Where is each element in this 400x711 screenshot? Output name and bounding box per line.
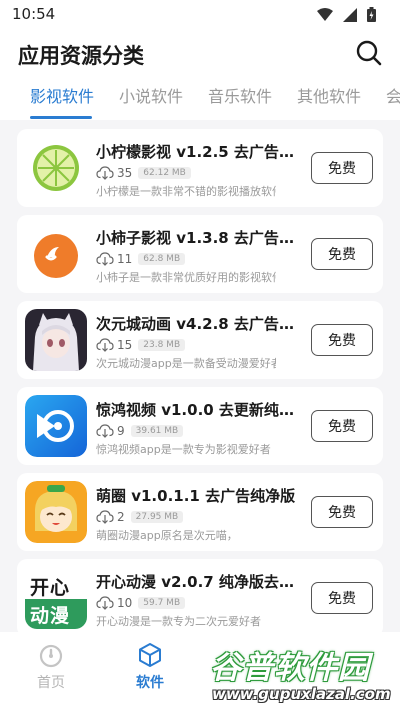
tab-novel-software[interactable]: 小说软件 — [119, 83, 183, 107]
site-watermark: 谷普软件园 www.gupuxlazal.com — [210, 642, 392, 708]
tab-more[interactable]: 会 — [386, 83, 400, 107]
tab-other-software[interactable]: 其他软件 — [297, 83, 361, 107]
nav-home[interactable]: 首页 — [11, 642, 91, 692]
app-meta: 10 59.7 MB — [96, 595, 186, 611]
app-icon-text-top: 开心 — [30, 577, 71, 599]
app-name: 小柠檬影视 v1.2.5 去广告纯净版 — [96, 143, 304, 161]
app-name: 开心动漫 v2.0.7 纯净版去更新 — [96, 573, 304, 591]
file-size-badge: 23.8 MB — [138, 339, 186, 351]
free-download-button[interactable]: 免费 — [311, 238, 373, 270]
app-name: 小柿子影视 v1.3.8 去广告纯净版 — [96, 229, 304, 247]
free-download-button[interactable]: 免费 — [311, 582, 373, 614]
app-card[interactable]: 萌圈 v1.0.1.1 去广告纯净版 2 27.95 MB 萌圈动漫app原名是… — [17, 473, 383, 551]
jinghong-play-icon — [25, 395, 87, 457]
cloud-download-icon — [96, 510, 114, 524]
mengquan-icon — [25, 481, 87, 543]
cloud-download-icon — [96, 166, 114, 180]
lime-icon — [25, 137, 87, 199]
header: 应用资源分类 — [0, 30, 400, 78]
app-meta: 35 62.12 MB — [96, 165, 191, 181]
category-tabs: 影视软件 小说软件 音乐软件 其他软件 会 — [0, 78, 400, 120]
file-size-badge: 27.95 MB — [130, 511, 184, 523]
app-card[interactable]: 次元城动画 v4.2.8 去广告纯净版 15 23.8 MB 次元城动漫app是… — [17, 301, 383, 379]
app-meta: 2 27.95 MB — [96, 509, 184, 525]
download-count: 35 — [117, 166, 133, 180]
signal-icon — [343, 7, 357, 22]
app-meta: 9 39.61 MB — [96, 423, 184, 439]
wifi-icon — [317, 7, 333, 21]
file-size-badge: 59.7 MB — [138, 597, 186, 609]
persimmon-icon — [25, 223, 87, 285]
download-count: 2 — [117, 510, 125, 524]
free-download-button[interactable]: 免费 — [311, 152, 373, 184]
app-description: 次元城动漫app是一款备受动漫爱好者 — [96, 357, 276, 370]
app-icon-text-bottom: 动漫 — [30, 605, 71, 627]
status-bar: 10:54 — [0, 0, 400, 30]
app-description: 惊鸿视频app是一款专为影视爱好者 — [96, 443, 271, 456]
download-count: 15 — [117, 338, 133, 352]
app-name: 次元城动画 v4.2.8 去广告纯净版 — [96, 315, 304, 333]
cube-icon — [139, 643, 161, 667]
kaixin-dongman-icon: 开心 动漫 — [25, 567, 87, 629]
free-download-button[interactable]: 免费 — [311, 324, 373, 356]
tab-video-software[interactable]: 影视软件 — [30, 83, 94, 107]
status-time: 10:54 — [12, 5, 56, 23]
anime-girl-icon — [25, 309, 87, 371]
battery-icon — [367, 7, 376, 22]
app-card[interactable]: 惊鸿视频 v1.0.0 去更新纯净版 9 39.61 MB 惊鸿视频app是一款… — [17, 387, 383, 465]
nav-software[interactable]: 软件 — [110, 642, 190, 692]
free-download-button[interactable]: 免费 — [311, 496, 373, 528]
app-description: 小柿子是一款非常优质好用的影视软件 — [96, 271, 276, 284]
app-meta: 15 23.8 MB — [96, 337, 186, 353]
tab-music-software[interactable]: 音乐软件 — [208, 83, 272, 107]
watermark-title: 谷普软件园 — [210, 650, 370, 686]
file-size-badge: 62.8 MB — [138, 253, 186, 265]
app-card[interactable]: 小柿子影视 v1.3.8 去广告纯净版 11 62.8 MB 小柿子是一款非常优… — [17, 215, 383, 293]
download-count: 11 — [117, 252, 133, 266]
search-button[interactable] — [354, 38, 384, 68]
active-tab-indicator — [30, 116, 92, 119]
file-size-badge: 62.12 MB — [138, 167, 191, 179]
app-name: 萌圈 v1.0.1.1 去广告纯净版 — [96, 487, 296, 505]
app-list: 小柠檬影视 v1.2.5 去广告纯净版 35 62.12 MB 小柠檬是一款非常… — [0, 120, 400, 632]
home-dial-icon — [39, 644, 63, 668]
search-icon — [356, 40, 382, 66]
file-size-badge: 39.61 MB — [130, 425, 184, 437]
free-download-button[interactable]: 免费 — [311, 410, 373, 442]
cloud-download-icon — [96, 596, 114, 610]
watermark-url: www.gupuxlazal.com — [212, 685, 391, 703]
cloud-download-icon — [96, 338, 114, 352]
app-card[interactable]: 小柠檬影视 v1.2.5 去广告纯净版 35 62.12 MB 小柠檬是一款非常… — [17, 129, 383, 207]
app-name: 惊鸿视频 v1.0.0 去更新纯净版 — [96, 401, 304, 419]
app-description: 开心动漫是一款专为二次元爱好者 — [96, 615, 261, 628]
app-description: 小柠檬是一款非常不错的影视播放软件 — [96, 185, 276, 198]
status-icons — [317, 7, 376, 22]
cloud-download-icon — [96, 252, 114, 266]
nav-home-label: 首页 — [37, 675, 65, 691]
page-title: 应用资源分类 — [18, 44, 144, 68]
download-count: 10 — [117, 596, 133, 610]
app-meta: 11 62.8 MB — [96, 251, 186, 267]
app-description: 萌圈动漫app原名是次元喵， — [96, 529, 238, 542]
app-card[interactable]: 开心 动漫 开心动漫 v2.0.7 纯净版去更新 10 59.7 MB 开心动漫… — [17, 559, 383, 632]
cloud-download-icon — [96, 424, 114, 438]
nav-software-label: 软件 — [136, 675, 164, 691]
download-count: 9 — [117, 424, 125, 438]
